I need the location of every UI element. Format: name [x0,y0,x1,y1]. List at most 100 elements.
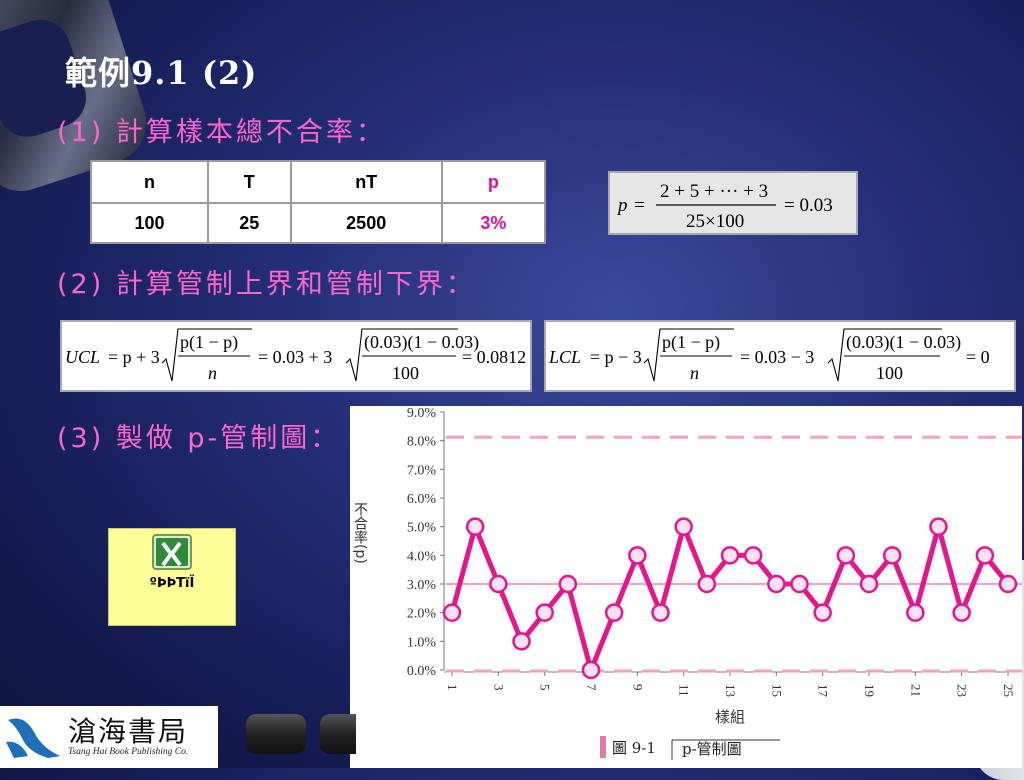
x-tick-label: 21 [908,684,923,697]
data-point [813,603,832,622]
data-point [790,574,809,594]
table-header: nT [289,160,443,204]
caption-marker [600,736,606,758]
ucl-label: UCL [65,347,100,367]
table-cell: 2500 [289,202,443,244]
formula-result: = 0.03 [784,195,833,216]
x-tick-label: 5 [538,684,553,691]
chart-svg: 0.0% 1.0% 2.0% 3.0% 4.0% 5.0% 6.0% 7.0% 8.0% 9.0%… [352,406,1022,760]
x-tick-label: 25 [1001,684,1016,697]
formula-numerator: 2 + 5 + ··· + 3 [660,181,768,202]
step-1-label: (1) 計算樣本總不合率： [57,117,386,148]
lcl-frac-num-2: (0.03)(1 − 0.03) [846,332,961,353]
table-header: p [440,160,547,204]
data-point [859,574,879,594]
p-control-chart: 0.0% 1.0% 2.0% 3.0% 4.0% 5.0% 6.0% 7.0% 8.0% 9.0%… [350,406,1022,768]
data-point [882,546,902,565]
data-point [767,574,786,594]
y-tick-label: 2.0% [407,607,437,622]
step-2-label: (2) 計算管制上界和管制下界： [57,269,476,300]
lcl-frac-den-2: 100 [876,363,903,383]
data-point [929,517,948,536]
data-point [975,546,995,565]
lcl-expr-2: = 0.03 − 3 [740,347,814,367]
data-point [465,517,485,536]
data-point [604,603,624,622]
ucl-expr-2: = 0.03 + 3 [258,347,332,367]
slide-title: 範例9.1 (2) [65,54,258,92]
publisher-english-name: Tsang Hai Book Publishing Co. [68,747,189,757]
table-header-row: n T nT p [90,160,547,204]
ucl-frac-den-2: 100 [392,363,419,383]
data-point [581,660,601,680]
y-tick-label: 0.0% [407,664,437,679]
table-cell: 25 [206,202,292,244]
nav-prev-button[interactable] [246,714,306,754]
nav-next-button[interactable] [320,714,356,754]
x-tick-label: 9 [630,684,645,691]
x-tick-label: 1 [445,684,460,691]
lcl-expr-1: = p − 3 [590,347,642,367]
data-point [743,546,763,565]
data-table: n T nT p 100 25 2500 3% [90,160,547,244]
ucl-result: = 0.0812 [462,347,526,367]
publisher-logo: 滄海書局 Tsang Hai Book Publishing Co. [0,706,218,768]
ucl-expr-1: = p + 3 [108,347,160,367]
ucl-formula: UCL = p + 3 p(1 − p) n = 0.03 + 3 (0.03)… [60,320,532,392]
publisher-logo-icon [6,718,60,758]
excel-file-label: ºÞÞTïÏ [149,576,195,591]
y-tick-label: 3.0% [407,578,437,593]
y-tick-label: 9.0% [407,406,437,421]
data-point [906,603,925,622]
data-point [442,603,462,622]
publisher-name: 滄海書局 [68,715,189,748]
y-tick-label: 7.0% [407,463,437,478]
x-tick-label: 19 [862,684,877,697]
x-tick-label: 7 [584,684,599,691]
data-point [697,574,717,594]
step-3-label: (3) 製做 p-管制圖： [57,423,341,454]
y-tick-label: 5.0% [407,521,437,536]
excel-icon [152,534,192,570]
x-tick-label: 11 [677,684,692,697]
ucl-frac-num: p(1 − p) [180,332,238,353]
lcl-label: LCL [548,347,581,367]
table-header: n [90,160,209,204]
data-point [512,632,531,651]
lcl-formula: LCL = p − 3 p(1 − p) n = 0.03 − 3 (0.03)… [544,320,1016,392]
lcl-frac-num: p(1 − p) [662,332,720,353]
table-cell: 3% [440,202,547,244]
lcl-formula-graphic: LCL = p − 3 p(1 − p) n = 0.03 − 3 (0.03)… [548,328,990,383]
data-point [836,546,856,565]
data-point [489,574,508,594]
x-tick-label: 13 [723,684,738,697]
data-point [628,546,647,565]
y-tick-label: 6.0% [407,492,437,507]
table-header: T [206,160,292,204]
ucl-formula-graphic: UCL = p + 3 p(1 − p) n = 0.03 + 3 (0.03)… [65,328,526,383]
data-point [998,574,1018,594]
table-cell: 100 [90,202,209,244]
y-tick-label: 4.0% [407,549,437,564]
data-point [952,603,971,622]
formula-lhs: p [616,195,628,216]
x-tick-label: 17 [816,684,831,698]
x-tick-label: 23 [955,684,970,697]
x-axis-label: 樣組 [715,708,745,726]
x-tick-label: 15 [769,684,784,697]
data-point [720,546,740,565]
equals-sign: = [634,195,645,216]
x-tick-label: 3 [491,684,506,691]
figure-caption-text: p-管制圖 [682,740,742,758]
p-bar-formula: p = 2 + 5 + ··· + 3 25×100 = 0.03 [608,171,858,235]
y-tick-label: 8.0% [407,435,437,450]
data-point [558,574,578,594]
excel-file-button[interactable]: ºÞÞTïÏ [108,528,236,626]
table-row: 100 25 2500 3% [90,202,547,244]
formula-denominator: 25×100 [686,211,744,232]
data-point [535,603,554,622]
lcl-frac-den: n [690,363,699,383]
p-bar-formula-graphic: p = 2 + 5 + ··· + 3 25×100 = 0.03 [616,181,833,232]
data-point [674,517,693,536]
y-axis-label: 不合率(p) [352,502,368,564]
